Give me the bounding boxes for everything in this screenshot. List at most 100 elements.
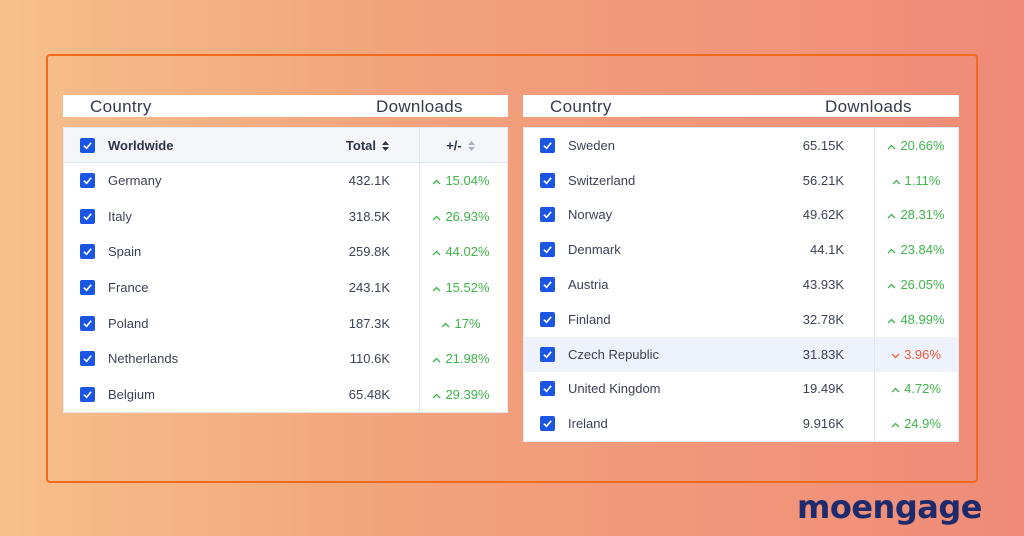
checkmark-icon [83, 284, 92, 292]
table-row[interactable]: Sweden 65.15K 20.66% [524, 128, 958, 163]
table-row[interactable]: Ireland 9.916K 24.9% [524, 406, 958, 442]
chevron-down-icon [891, 350, 900, 362]
table-row[interactable]: France 243.1K 15.52% [64, 269, 507, 306]
column-divider [874, 162, 875, 198]
table-row[interactable]: Switzerland 56.21K 1.11% [524, 162, 958, 198]
country-name: Netherlands [108, 351, 179, 367]
checkmark-icon [543, 316, 552, 324]
country-name: France [108, 280, 149, 296]
column-divider [874, 232, 875, 268]
chevron-up-icon [441, 319, 450, 331]
right-table: Sweden 65.15K 20.66% Switzerland 56.21K 1.11%… [523, 127, 959, 443]
left-panel: Country Downloads Worldwide Total +/- Ge… [63, 95, 508, 414]
downloads-header: Downloads [825, 97, 912, 116]
column-divider [419, 269, 420, 306]
change-percent: 28.31% [900, 207, 945, 223]
table-row[interactable]: Spain 259.8K 44.02% [64, 234, 507, 270]
table-row[interactable]: Czech Republic 31.83K 3.96% [524, 336, 958, 372]
row-checkbox[interactable] [540, 207, 555, 223]
download-total: 56.21K [802, 172, 844, 188]
table-row[interactable]: United Kingdom 19.49K 4.72% [524, 371, 958, 407]
change-percent: 29.39% [445, 386, 490, 402]
row-checkbox[interactable] [540, 311, 555, 327]
table-row[interactable]: Italy 318.5K 26.93% [64, 198, 507, 235]
checkmark-icon [543, 350, 552, 359]
change-value: 44.02% [421, 244, 501, 259]
table-row[interactable]: Netherlands 110.6K 21.98% [64, 340, 507, 377]
country-name: Czech Republic [568, 346, 660, 362]
download-total: 259.8K [348, 244, 390, 260]
row-checkbox[interactable] [80, 244, 95, 260]
row-checkbox[interactable] [80, 173, 95, 189]
change-percent: 4.72% [904, 381, 941, 397]
row-checkbox[interactable] [80, 315, 95, 331]
change-percent: 48.99% [900, 311, 945, 327]
checkmark-icon [543, 176, 552, 185]
row-checkbox[interactable] [540, 277, 555, 293]
row-checkbox[interactable] [540, 416, 555, 432]
change-percent: 44.02% [445, 244, 490, 260]
download-total: 9.916K [802, 416, 844, 432]
change-value: 23.84% [876, 242, 956, 257]
column-divider [419, 198, 420, 235]
country-name: Poland [108, 315, 149, 331]
column-divider [419, 128, 420, 162]
download-total: 43.93K [802, 277, 844, 293]
column-divider [419, 305, 420, 341]
country-name: Austria [568, 277, 609, 293]
checkmark-icon [83, 319, 92, 328]
country-name: Denmark [568, 242, 621, 258]
change-percent: 20.66% [900, 137, 945, 153]
change-percent: 21.98% [445, 351, 490, 367]
row-checkbox[interactable] [540, 346, 555, 362]
sort-icon[interactable] [381, 140, 390, 152]
download-total: 32.78K [802, 311, 844, 327]
chevron-up-icon [432, 390, 441, 402]
table-row[interactable]: Austria 43.93K 26.05% [524, 267, 958, 302]
row-checkbox[interactable] [540, 137, 555, 153]
download-total: 65.15K [802, 137, 844, 153]
checkmark-icon [543, 281, 552, 289]
checkmark-icon [83, 141, 92, 149]
chevron-up-icon [887, 315, 896, 327]
row-checkbox[interactable] [80, 208, 95, 224]
chevron-up-icon [892, 176, 901, 188]
change-value: 20.66% [876, 138, 956, 153]
table-row[interactable]: Germany 432.1K 15.04% [64, 163, 507, 199]
table-row[interactable]: Denmark 44.1K 23.84% [524, 232, 958, 268]
select-all-checkbox[interactable] [80, 137, 95, 153]
row-checkbox[interactable] [540, 172, 555, 188]
row-checkbox[interactable] [80, 386, 95, 402]
table-row[interactable]: Belgium 65.48K 29.39% [64, 376, 507, 413]
download-total: 318.5K [348, 208, 390, 224]
change-value: 15.04% [421, 173, 501, 188]
table-row[interactable]: Finland 32.78K 48.99% [524, 301, 958, 337]
total-column-header[interactable]: Total [310, 138, 390, 153]
column-divider [419, 376, 420, 413]
country-header: Country [90, 97, 152, 116]
column-divider [874, 128, 875, 163]
table-header-row: Worldwide Total +/- [64, 128, 507, 163]
column-divider [874, 336, 875, 372]
sort-icon[interactable] [467, 140, 476, 152]
change-percent: 26.05% [900, 277, 945, 293]
change-value: 48.99% [876, 312, 956, 327]
table-row[interactable]: Norway 49.62K 28.31% [524, 197, 958, 233]
country-name: Norway [568, 207, 613, 223]
country-name: Finland [568, 311, 611, 327]
country-header: Country [550, 97, 612, 116]
change-percent: 23.84% [900, 242, 945, 258]
row-checkbox[interactable] [540, 242, 555, 258]
change-value: 26.05% [876, 277, 956, 292]
download-total: 187.3K [348, 315, 390, 331]
country-name: Sweden [568, 137, 615, 153]
row-checkbox[interactable] [540, 381, 555, 397]
row-checkbox[interactable] [80, 351, 95, 367]
chevron-up-icon [891, 384, 900, 396]
change-column-header[interactable]: +/- [421, 138, 501, 153]
row-checkbox[interactable] [80, 280, 95, 296]
table-row[interactable]: Poland 187.3K 17% [64, 305, 507, 341]
change-value: 17% [421, 316, 501, 331]
download-total: 19.49K [802, 381, 844, 397]
country-name: Switzerland [568, 172, 636, 188]
